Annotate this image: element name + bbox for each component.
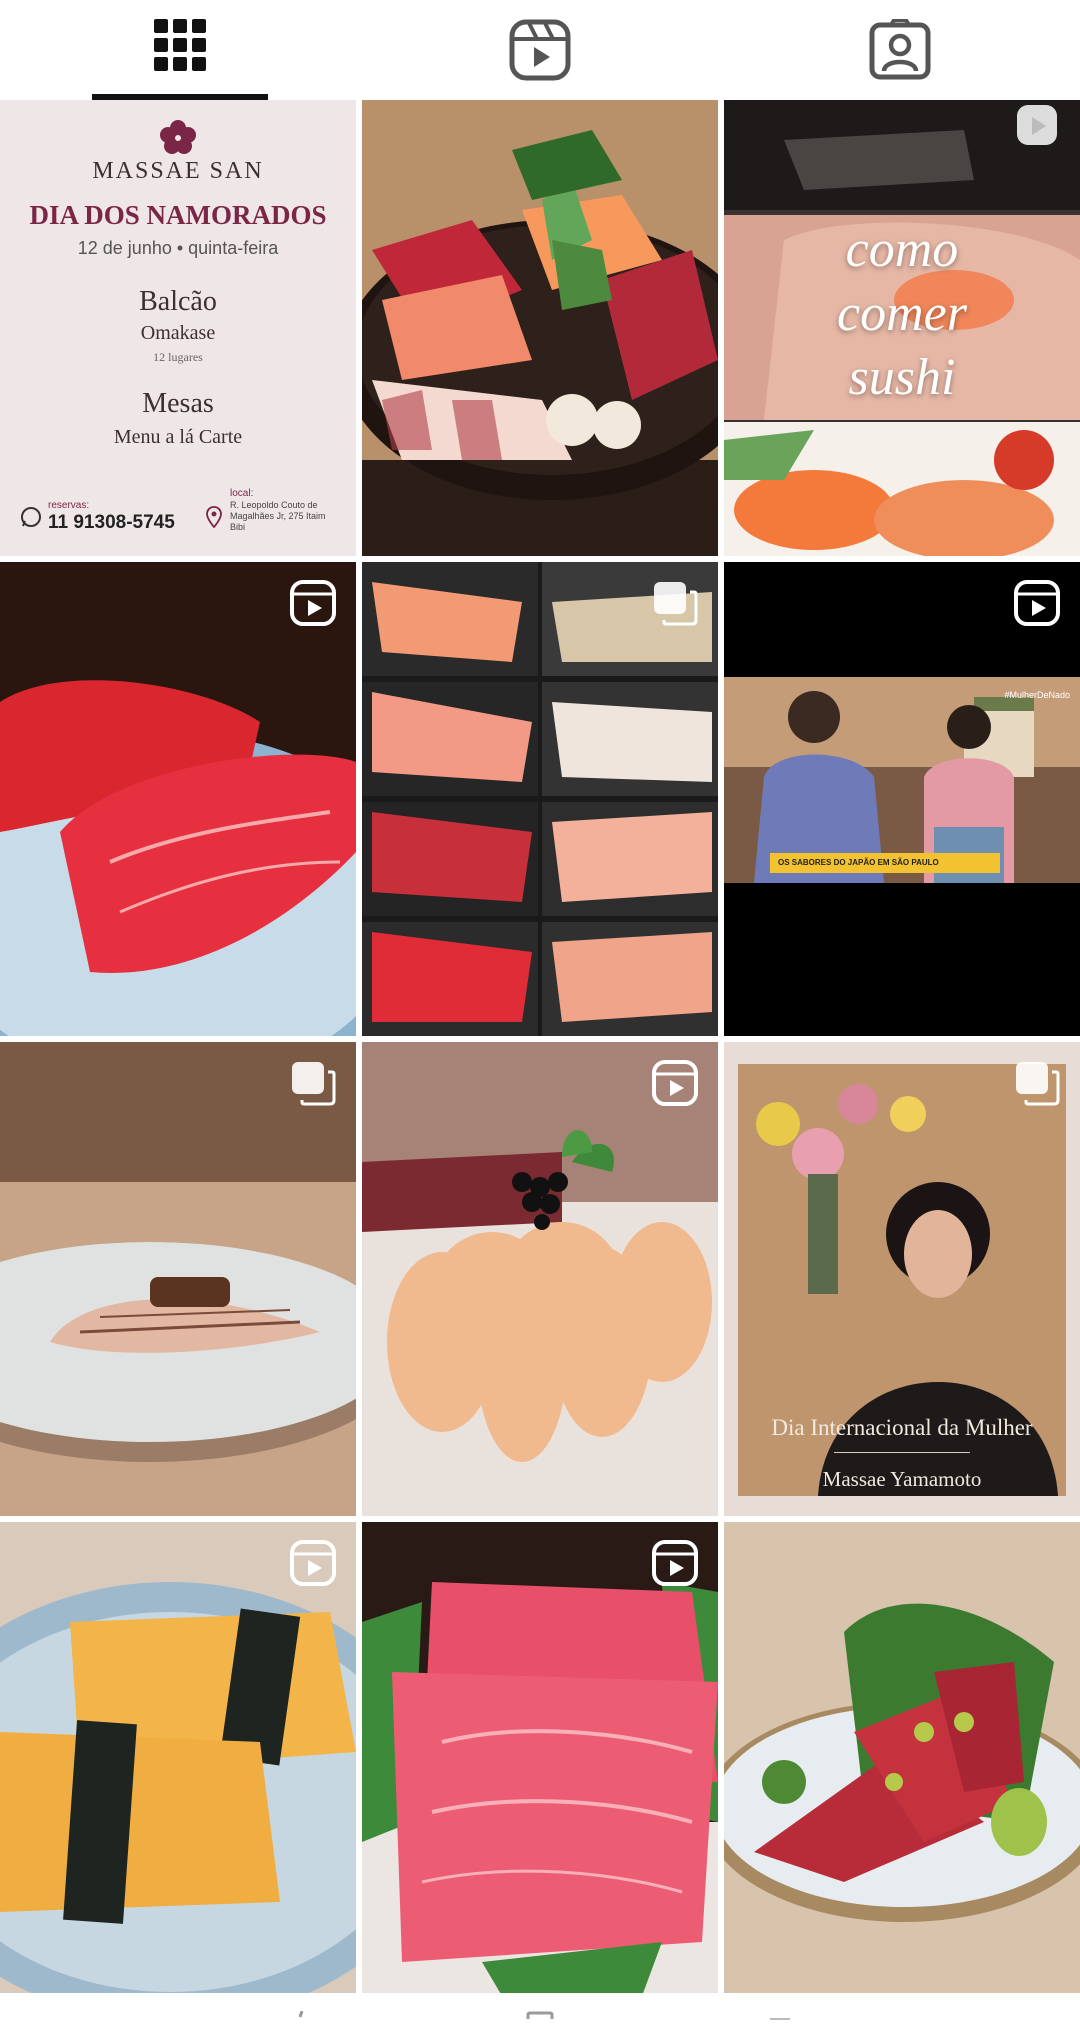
post-tile-seared-nigiri[interactable]: [0, 1042, 356, 1516]
tamago-nigiri-photo: [0, 1522, 356, 1996]
womens-day-divider: [834, 1452, 970, 1453]
overlay-line-1: como: [845, 221, 959, 278]
tab-posts-grid[interactable]: [0, 0, 360, 100]
tab-reels[interactable]: [360, 0, 720, 100]
post-tile-poster[interactable]: MASSAE SAN DIA DOS NAMORADOS 12 de junho…: [0, 100, 356, 556]
poster-phone: 11 91308-5745: [48, 512, 175, 533]
reel-badge-icon: [652, 1540, 698, 1586]
reel-badge-icon: [290, 1540, 336, 1586]
carousel-badge-icon: [654, 582, 698, 626]
poster-section1-title: Balcão: [139, 286, 217, 317]
nigiri-collage-photo: [362, 562, 718, 1036]
post-tile-tuna-nigiri[interactable]: [0, 562, 356, 1036]
poster-reservations-label: reservas:: [48, 500, 90, 511]
poster-section1-note: 12 lugares: [153, 350, 203, 364]
poster-address: R. Leopoldo Couto de Magalhães Jr, 275 I…: [230, 500, 326, 532]
poster-section2-subtitle: Menu a lá Carte: [113, 426, 243, 448]
reel-badge-icon: [290, 580, 336, 626]
poster-location-label: local:: [230, 488, 254, 499]
post-tile-scallop-caviar[interactable]: [362, 1042, 718, 1516]
carousel-badge-icon: [292, 1062, 336, 1106]
post-tile-tv-interview[interactable]: OS SABORES DO JAPÃO EM SÃO PAULO #Mulher…: [724, 562, 1080, 1036]
reel-badge-icon: [1017, 105, 1057, 145]
tab-tagged[interactable]: [720, 0, 1080, 100]
reels-nav-icon[interactable]: [760, 2011, 800, 2041]
scallop-caviar-photo: [362, 1042, 718, 1516]
whatsapp-icon: [21, 507, 41, 527]
tagged-person-icon: [869, 19, 931, 80]
sashimi-plate-photo: [724, 1522, 1080, 1996]
tuna-nigiri-photo: [0, 562, 356, 1036]
poster-brand: MASSAE SAN: [92, 158, 264, 184]
profile-tab-bar: [0, 0, 1080, 100]
post-tile-tamago-nigiri[interactable]: [0, 1522, 356, 1996]
grid-icon: [154, 19, 206, 71]
reels-icon: [509, 19, 571, 81]
create-nav-icon[interactable]: [520, 2011, 560, 2041]
overlay-line-2: comer: [837, 285, 967, 342]
post-tile-como-comer-sushi[interactable]: como comer sushi: [724, 100, 1080, 556]
location-pin-icon: [206, 506, 222, 528]
seared-nigiri-photo: [0, 1042, 356, 1516]
tv-hashtag: #MulherDeNado: [1004, 690, 1070, 700]
womens-day-title: Dia Internacional da Mulher: [771, 1415, 1033, 1440]
toro-sashimi-photo: [362, 1522, 718, 1996]
poster-event-title: DIA DOS NAMORADOS: [29, 200, 327, 230]
post-tile-sashimi-platter[interactable]: [362, 100, 718, 556]
poster-date: 12 de junho • quinta-feira: [77, 238, 279, 258]
carousel-badge-icon: [1016, 1062, 1060, 1106]
post-tile-nigiri-collage[interactable]: [362, 562, 718, 1036]
reel-badge-icon: [652, 1060, 698, 1106]
bottom-navigation-bar: [0, 1993, 1080, 2042]
reel-badge-icon: [1014, 580, 1060, 626]
poster-section1-subtitle: Omakase: [140, 322, 216, 344]
post-tile-sashimi-plate[interactable]: [724, 1522, 1080, 1996]
tv-caption-bar: OS SABORES DO JAPÃO EM SÃO PAULO: [770, 853, 1000, 873]
poster-section2-title: Mesas: [142, 388, 214, 419]
overlay-line-3: sushi: [848, 349, 956, 406]
post-tile-toro-sashimi[interactable]: [362, 1522, 718, 1996]
womens-day-name: Massae Yamamoto: [822, 1467, 982, 1491]
post-tile-womens-day[interactable]: Dia Internacional da Mulher Massae Yamam…: [724, 1042, 1080, 1516]
brand-flower-logo: [160, 120, 196, 154]
sashimi-platter-photo: [362, 100, 718, 556]
search-nav-icon[interactable]: [280, 2011, 320, 2041]
